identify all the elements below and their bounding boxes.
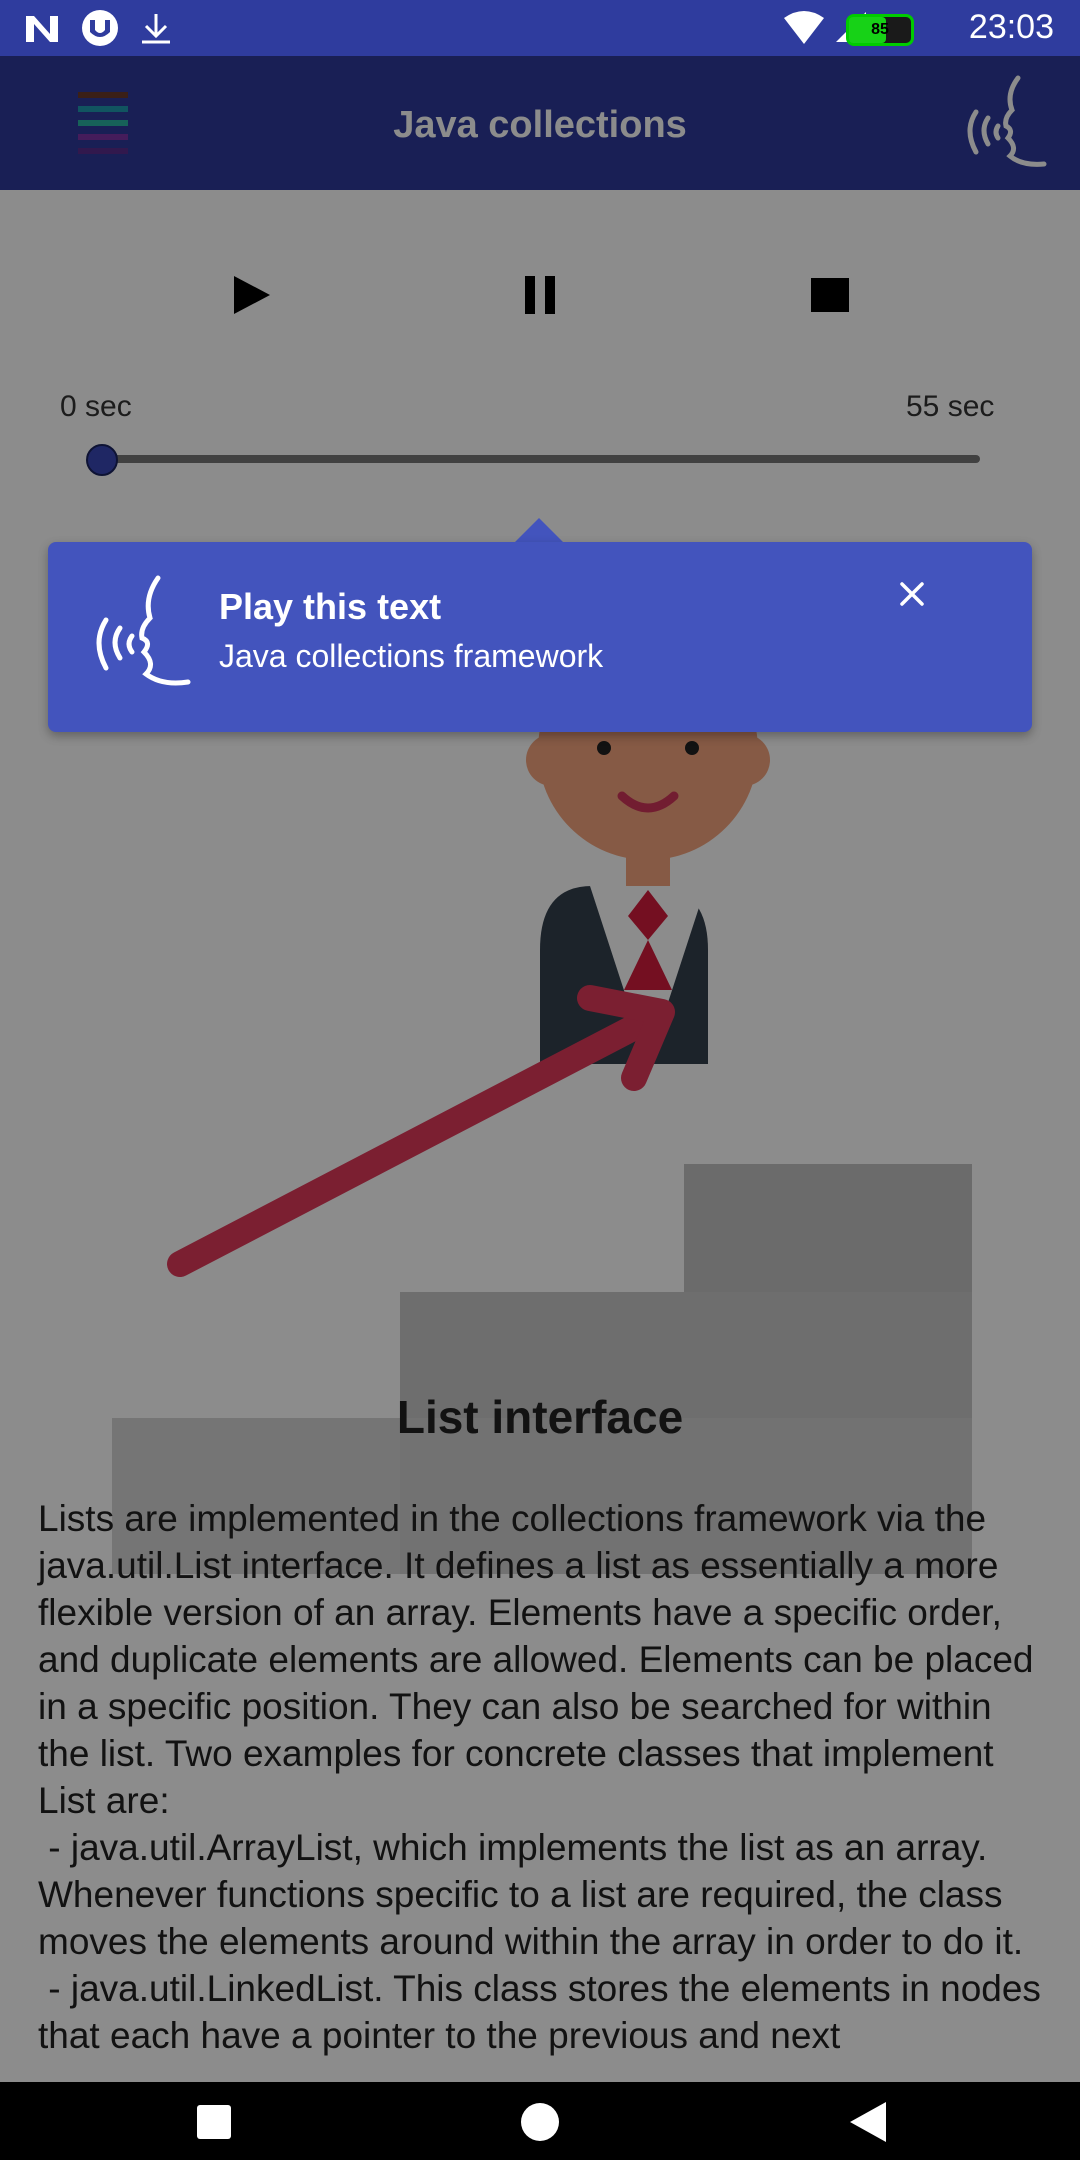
close-icon[interactable] [884,566,940,622]
status-time: 23:03 [968,8,1054,46]
status-bar: 85 23:03 [0,0,1080,56]
navigation-bar [0,2082,1080,2160]
speak-icon [84,574,194,699]
notification-n-icon [24,12,60,49]
tooltip-text: Java collections framework [219,638,604,674]
torrent-icon [80,8,120,53]
battery-indicator: 85 [846,14,914,46]
tooltip-card[interactable]: Play this text Java collections framewor… [48,542,1032,732]
home-button[interactable] [520,2102,560,2147]
battery-level: 85 [871,21,889,38]
tooltip-title: Play this text [219,586,442,627]
tooltip-pointer [514,518,564,543]
tooltip-backdrop[interactable] [0,56,1080,2082]
back-button[interactable] [848,2100,888,2149]
download-icon [138,10,174,51]
recents-button[interactable] [196,2104,232,2145]
wifi-icon [782,10,826,51]
